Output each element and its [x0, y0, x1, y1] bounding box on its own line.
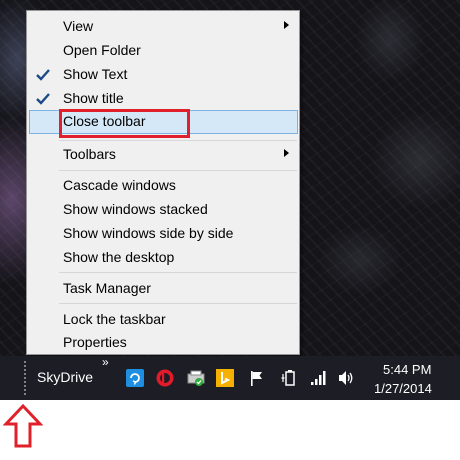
menu-item-show-desktop[interactable]: Show the desktop — [29, 246, 297, 270]
bing-icon[interactable] — [216, 369, 234, 387]
menu-item-label: Show windows stacked — [63, 201, 208, 217]
speaker-volume-icon[interactable] — [337, 369, 355, 387]
taskbar-context-menu: View Open Folder Show Text Show title Cl… — [26, 10, 300, 355]
taskbar: SkyDrive » 5:44 PM 1/27/2014 — [0, 355, 460, 400]
menu-item-label: Show Text — [63, 66, 128, 82]
signal-bars-icon[interactable] — [309, 369, 327, 387]
menu-item-label: Show the desktop — [63, 249, 175, 265]
menu-item-view[interactable]: View — [29, 15, 297, 39]
menu-item-show-windows-side-by-side[interactable]: Show windows side by side — [29, 222, 297, 246]
skydrive-toolbar-label[interactable]: SkyDrive — [37, 369, 93, 385]
submenu-arrow-icon — [284, 149, 289, 157]
menu-item-open-folder[interactable]: Open Folder — [29, 39, 297, 63]
menu-item-properties[interactable]: Properties — [29, 331, 297, 355]
menu-item-toolbars[interactable]: Toolbars — [29, 143, 297, 167]
toolbar-grip-handle[interactable] — [23, 360, 27, 396]
menu-item-label: Show title — [63, 90, 124, 106]
menu-item-label: Properties — [63, 334, 127, 350]
menu-item-label: Show windows side by side — [63, 225, 234, 241]
menu-item-show-windows-stacked[interactable]: Show windows stacked — [29, 198, 297, 222]
annotation-highlight-box — [59, 109, 190, 138]
checkmark-icon — [36, 68, 50, 86]
menu-item-label: Task Manager — [63, 280, 151, 296]
menu-separator — [59, 303, 297, 304]
menu-separator — [59, 140, 297, 141]
menu-item-label: Open Folder — [63, 42, 141, 58]
checkmark-icon — [36, 92, 50, 110]
submenu-arrow-icon — [284, 21, 289, 29]
printer-status-icon[interactable] — [186, 369, 205, 387]
menu-item-task-manager[interactable]: Task Manager — [29, 277, 297, 301]
menu-separator — [59, 170, 297, 171]
menu-item-cascade-windows[interactable]: Cascade windows — [29, 174, 297, 198]
menu-item-lock-taskbar[interactable]: Lock the taskbar — [29, 308, 297, 332]
toolbar-overflow-chevron-icon[interactable]: » — [102, 355, 109, 369]
clock-time[interactable]: 5:44 PM — [383, 362, 431, 377]
clock-date[interactable]: 1/27/2014 — [374, 381, 432, 396]
menu-item-label: Cascade windows — [63, 177, 176, 193]
menu-item-label: View — [63, 18, 94, 34]
menu-separator — [59, 272, 297, 273]
power-plug-icon[interactable] — [280, 369, 298, 387]
beats-audio-icon[interactable] — [156, 369, 174, 387]
skydrive-sync-icon[interactable] — [126, 369, 144, 387]
menu-item-label: Toolbars — [63, 146, 116, 162]
menu-item-show-title[interactable]: Show title — [29, 87, 297, 111]
menu-item-label: Lock the taskbar — [63, 311, 166, 327]
annotation-up-arrow-icon — [2, 403, 44, 448]
action-center-flag-icon[interactable] — [248, 369, 266, 387]
menu-item-show-text[interactable]: Show Text — [29, 63, 297, 87]
